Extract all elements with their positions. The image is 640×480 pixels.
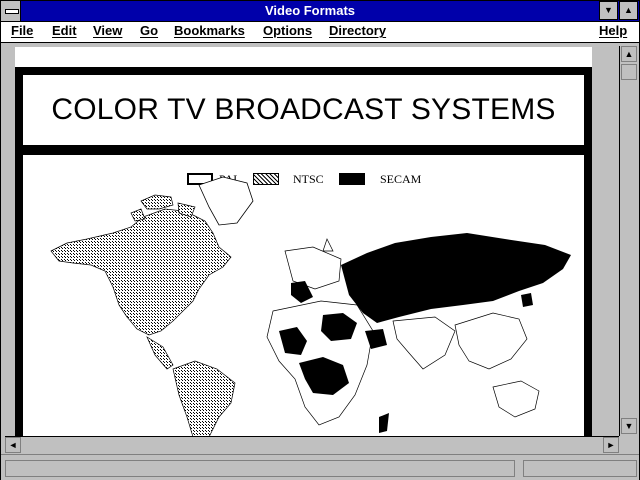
content-viewport: COLOR TV BROADCAST SYSTEMS PAL NTSC SECA…	[5, 46, 637, 452]
status-bar	[1, 454, 639, 480]
secam-regions	[279, 233, 571, 433]
status-text-field	[5, 460, 515, 477]
world-map	[50, 176, 571, 437]
map-figure: PAL NTSC SECAM	[23, 155, 584, 437]
menu-go[interactable]: Go	[140, 23, 158, 38]
menu-edit[interactable]: Edit	[52, 23, 77, 38]
page-title: COLOR TV BROADCAST SYSTEMS	[51, 93, 556, 126]
scroll-left-arrow-icon[interactable]: ◄	[5, 437, 21, 453]
menu-bookmarks[interactable]: Bookmarks	[174, 23, 245, 38]
progress-field	[523, 460, 637, 477]
document-area: COLOR TV BROADCAST SYSTEMS PAL NTSC SECA…	[15, 47, 592, 437]
browser-window: Video Formats ▼ ▲ File Edit View Go Book…	[0, 0, 640, 480]
vertical-scrollbar[interactable]: ▲ ▼	[619, 46, 638, 436]
scroll-down-arrow-icon[interactable]: ▼	[621, 418, 637, 434]
horizontal-scrollbar[interactable]: ◄ ►	[5, 436, 619, 453]
title-banner: COLOR TV BROADCAST SYSTEMS	[23, 75, 584, 145]
menu-directory[interactable]: Directory	[329, 23, 386, 38]
vertical-scroll-thumb[interactable]	[621, 64, 637, 80]
scrollbar-corner	[619, 436, 637, 452]
south-america	[172, 360, 236, 437]
menu-bar: File Edit View Go Bookmarks Options Dire…	[1, 22, 639, 43]
menu-view[interactable]: View	[93, 23, 122, 38]
menu-options[interactable]: Options	[263, 23, 312, 38]
title-bar[interactable]: Video Formats ▼ ▲	[1, 1, 639, 22]
maximize-icon[interactable]: ▲	[619, 1, 638, 20]
system-menu-icon[interactable]	[1, 1, 21, 21]
menu-help[interactable]: Help	[599, 23, 627, 38]
menu-file[interactable]: File	[11, 23, 33, 38]
greenland	[198, 176, 254, 226]
north-america-ntsc	[50, 194, 232, 370]
scroll-up-arrow-icon[interactable]: ▲	[621, 46, 637, 62]
window-title: Video Formats	[264, 3, 356, 18]
scroll-right-arrow-icon[interactable]: ►	[603, 437, 619, 453]
minimize-icon[interactable]: ▼	[599, 1, 618, 20]
